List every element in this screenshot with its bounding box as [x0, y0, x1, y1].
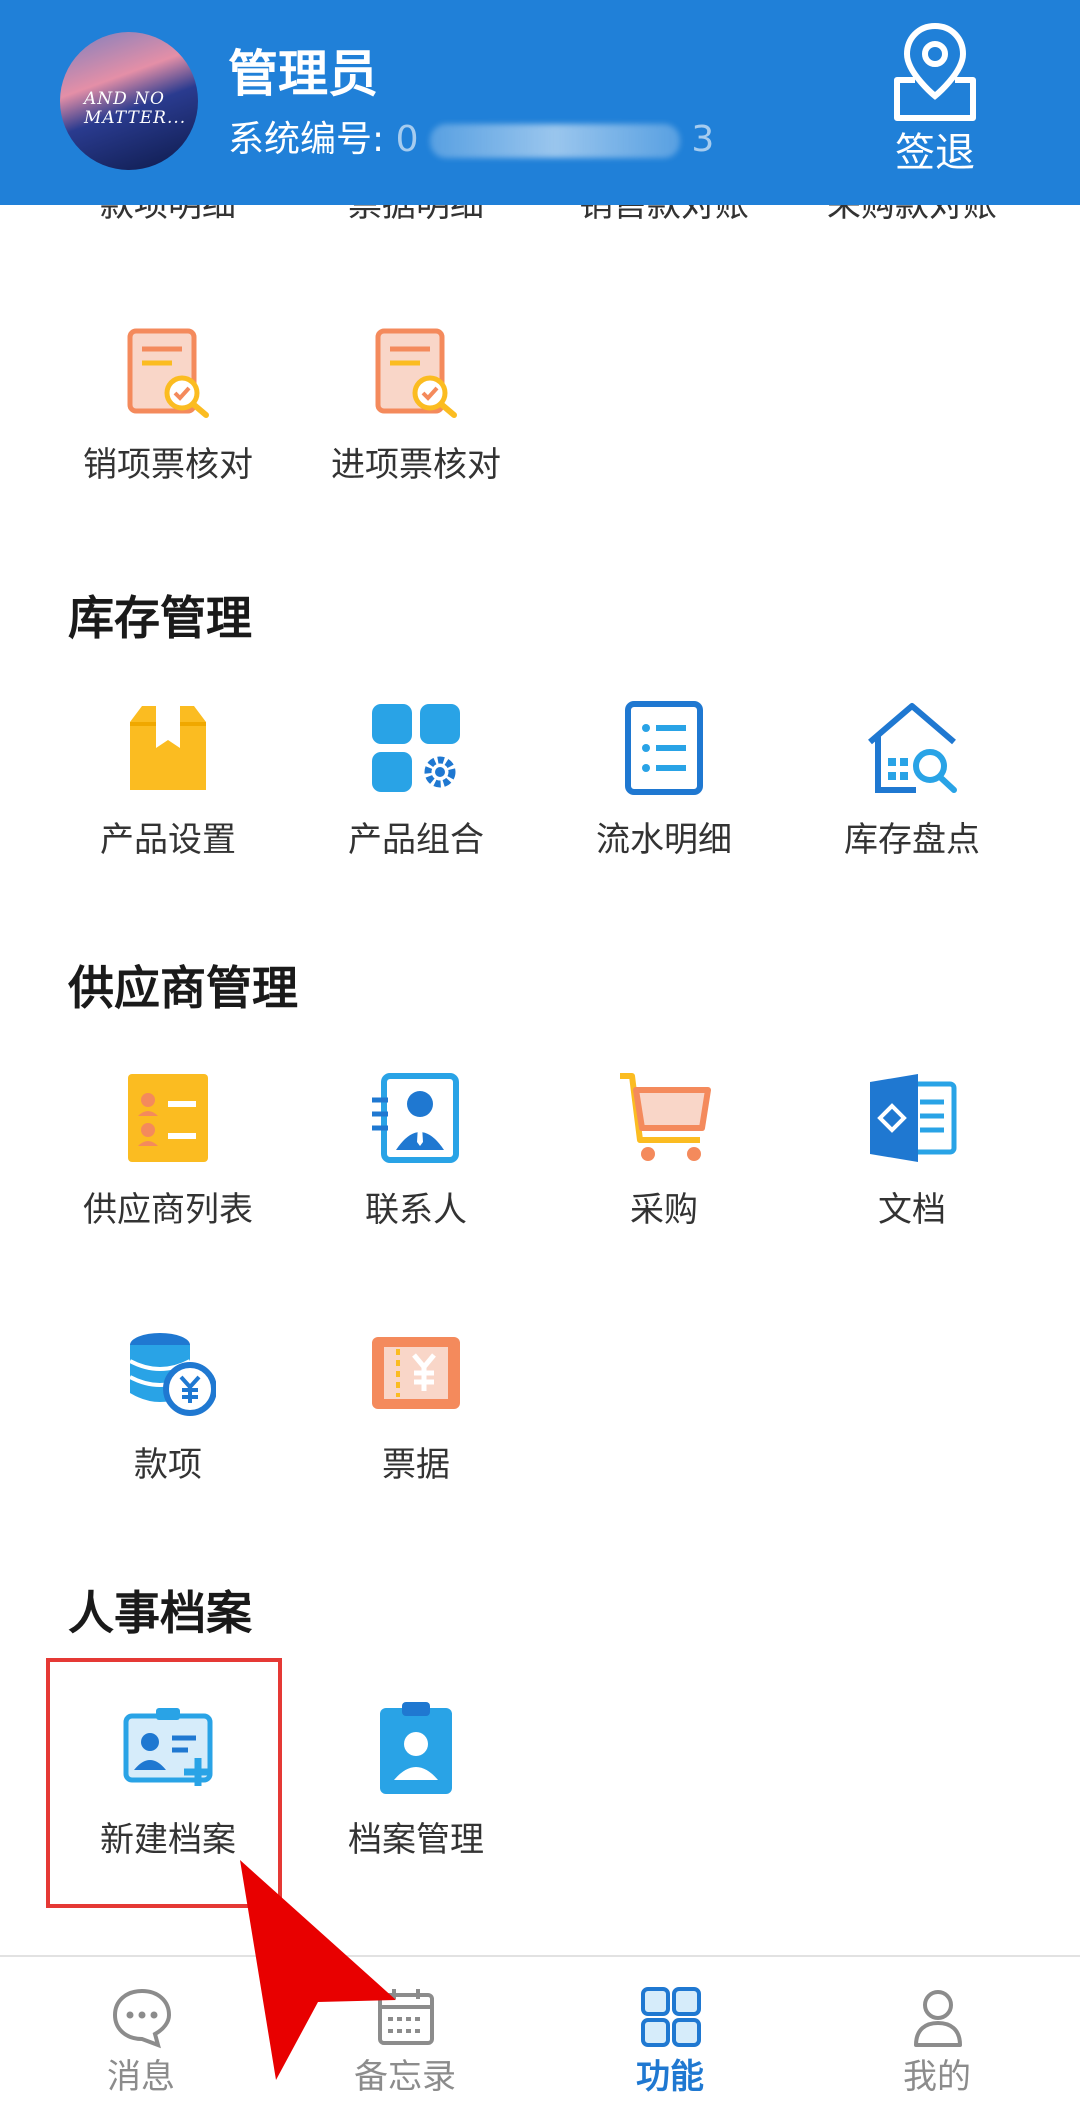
- nav-tab-label: 我的: [903, 2057, 971, 2097]
- grid-item-label: 采购: [630, 1190, 698, 1230]
- system-number: 系统编号: 0 3: [228, 116, 714, 164]
- document-icon: [870, 1074, 957, 1162]
- nav-tab-label: 功能: [636, 2057, 704, 2097]
- profile-manage-icon: [380, 1702, 452, 1794]
- list-detail-icon: [625, 701, 703, 795]
- header-bar: AND NO MATTER... 管理员 系统编号: 0 3 签退: [0, 0, 1080, 205]
- user-icon: [914, 1990, 962, 2047]
- grid-item-label: 产品设置: [100, 820, 236, 860]
- grid-item-input-invoice-check[interactable]: 进项票核对: [292, 325, 540, 525]
- grid-item-label: 销项票核对: [83, 445, 253, 485]
- product-combo-icon: [372, 704, 460, 792]
- grid-item-contacts[interactable]: 联系人: [292, 1070, 540, 1270]
- grid-item-product-combo[interactable]: 产品组合: [292, 700, 540, 900]
- ticket-icon: [372, 1337, 460, 1409]
- nav-tab-mine[interactable]: 我的: [802, 1957, 1072, 2122]
- cut-item-payment-detail[interactable]: 款项明细: [44, 205, 292, 225]
- grid-item-label: 库存盘点: [844, 820, 980, 860]
- grid-item-output-invoice-check[interactable]: 销项票核对: [44, 325, 292, 525]
- location-pin-icon: [894, 22, 976, 121]
- invoice-check-icon: [375, 328, 457, 418]
- grid-item-label: 票据: [382, 1445, 450, 1485]
- grid-item-profile-manage[interactable]: 档案管理: [292, 1700, 540, 1900]
- grid-item-label: 流水明细: [596, 820, 732, 860]
- user-name: 管理员: [228, 45, 378, 103]
- grid-item-documents[interactable]: 文档: [788, 1070, 1036, 1270]
- nav-tab-label: 消息: [107, 2057, 175, 2097]
- contact-icon: [372, 1073, 459, 1163]
- section-title-inventory: 库存管理: [68, 591, 252, 645]
- coins-icon: [129, 1333, 216, 1416]
- grid-item-label: 进项票核对: [331, 445, 501, 485]
- nav-tab-label: 备忘录: [354, 2057, 456, 2097]
- message-icon: [112, 1988, 172, 2049]
- cart-icon: [620, 1073, 711, 1161]
- grid-item-product-settings[interactable]: 产品设置: [44, 700, 292, 900]
- grid-item-label: 产品组合: [348, 820, 484, 860]
- grid-item-label: 供应商列表: [83, 1190, 253, 1230]
- calendar-icon: [378, 1989, 434, 2045]
- logout-label: 签退: [895, 130, 975, 176]
- system-number-redacted: [429, 124, 680, 158]
- grid-item-tickets[interactable]: 票据: [292, 1325, 540, 1525]
- nav-tab-functions[interactable]: 功能: [535, 1957, 805, 2122]
- grid-icon: [641, 1987, 701, 2047]
- cut-item-purchase-reconcile[interactable]: 采购款对账: [788, 205, 1036, 225]
- avatar[interactable]: AND NO MATTER...: [60, 32, 198, 170]
- grid-item-label: 款项: [134, 1445, 202, 1485]
- grid-item-label: 文档: [878, 1190, 946, 1230]
- cut-item-ticket-detail[interactable]: 票据明细: [292, 205, 540, 225]
- highlight-box: [46, 1658, 282, 1908]
- avatar-text: AND NO MATTER...: [84, 89, 187, 128]
- bottom-nav: 消息 备忘录 功能 我的: [0, 1955, 1080, 2122]
- nav-tab-memo[interactable]: 备忘录: [270, 1957, 540, 2122]
- section-title-hr: 人事档案: [68, 1586, 252, 1640]
- section-title-supplier: 供应商管理: [68, 961, 298, 1015]
- grid-item-payments[interactable]: 款项: [44, 1325, 292, 1525]
- grid-item-flow-detail[interactable]: 流水明细: [540, 700, 788, 900]
- grid-item-stock-take[interactable]: 库存盘点: [788, 700, 1036, 900]
- system-number-end: 3: [691, 119, 715, 160]
- grid-item-label: 联系人: [365, 1190, 467, 1230]
- product-box-icon: [130, 706, 206, 790]
- invoice-check-icon: [127, 328, 209, 418]
- logout-button[interactable]: 签退: [880, 18, 990, 178]
- grid-item-supplier-list[interactable]: 供应商列表: [44, 1070, 292, 1270]
- system-number-start: 0: [395, 119, 419, 160]
- system-number-label: 系统编号:: [228, 119, 385, 160]
- supplier-list-icon: [128, 1074, 208, 1162]
- warehouse-search-icon: [868, 703, 957, 793]
- nav-tab-messages[interactable]: 消息: [6, 1957, 276, 2122]
- cut-item-sales-reconcile[interactable]: 销售款对账: [540, 205, 788, 225]
- grid-item-label: 档案管理: [348, 1820, 484, 1860]
- grid-item-purchase[interactable]: 采购: [540, 1070, 788, 1270]
